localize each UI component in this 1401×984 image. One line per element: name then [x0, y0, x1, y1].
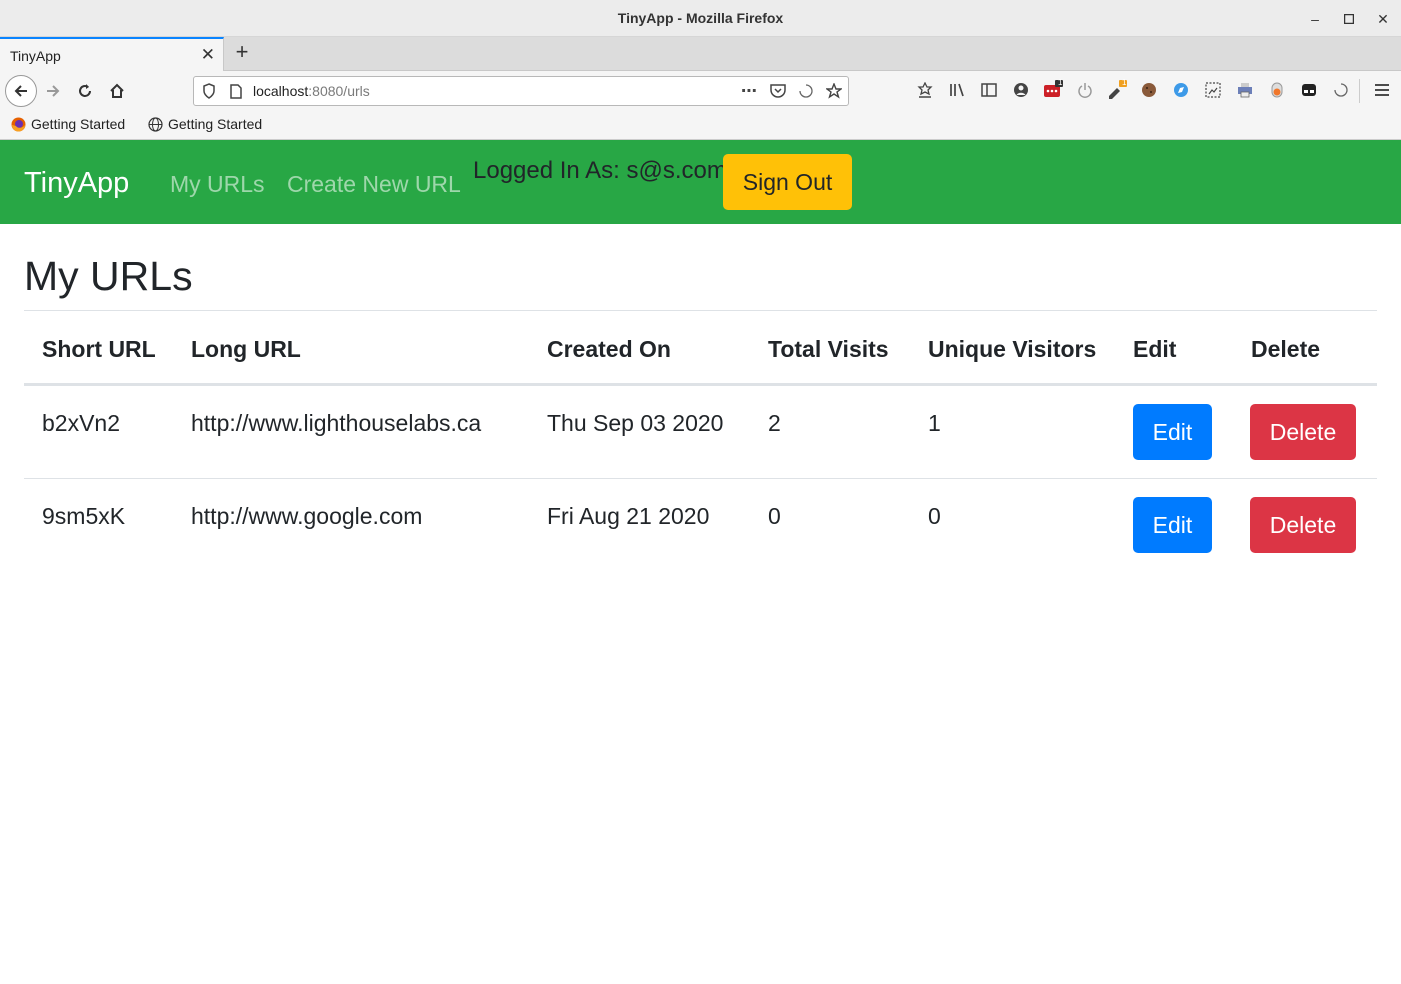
table-header-divider — [24, 383, 1377, 386]
delete-button[interactable]: Delete — [1250, 497, 1356, 553]
window-titlebar: TinyApp - Mozilla Firefox – ✕ — [0, 0, 1401, 37]
cookie-icon[interactable] — [1139, 80, 1159, 100]
account-icon[interactable] — [1011, 80, 1031, 100]
long-url-cell: http://www.google.com — [191, 503, 423, 529]
globe-icon — [148, 116, 163, 132]
tab-label: TinyApp — [10, 48, 61, 64]
column-header: Total Visits — [768, 336, 889, 362]
loading-icon — [796, 81, 816, 101]
mask-icon[interactable] — [1299, 80, 1319, 100]
window-title: TinyApp - Mozilla Firefox — [617, 10, 784, 26]
edit-button[interactable]: Edit — [1133, 497, 1212, 553]
column-header: Edit — [1133, 336, 1177, 362]
short-url-cell: 9sm5xK — [42, 503, 126, 529]
bookmark-star-icon[interactable] — [824, 81, 844, 101]
divider — [24, 310, 1377, 311]
extension-pen-icon[interactable]: 1 — [1107, 78, 1127, 100]
browser-toolbar: localhost:8080/urls ⋯ 1 1 — [0, 71, 1401, 111]
print-icon[interactable] — [1235, 80, 1255, 100]
close-window-icon[interactable]: ✕ — [1372, 8, 1394, 30]
logged-in-label: Logged In As: s@s.com — [473, 157, 727, 184]
bookmark-getting-started[interactable]: Getting Started — [148, 116, 262, 132]
power-icon[interactable] — [1075, 80, 1095, 100]
toolbar-divider — [1359, 79, 1360, 103]
unique-visitors-cell: 1 — [928, 410, 941, 436]
new-tab-icon[interactable]: + — [230, 41, 254, 65]
screenshot-icon[interactable] — [1203, 80, 1223, 100]
column-header: Delete — [1251, 336, 1321, 362]
hamburger-menu-icon[interactable] — [1372, 80, 1392, 100]
url-bar[interactable]: localhost:8080/urls ⋯ — [193, 76, 849, 106]
unique-visitors-cell: 0 — [928, 503, 941, 529]
bookmarks-bar: Getting Started Getting Started — [0, 111, 1401, 140]
column-header: Created On — [547, 336, 671, 362]
total-visits-cell: 2 — [768, 410, 781, 436]
sidebar-icon[interactable] — [979, 80, 999, 100]
created-on-cell: Thu Sep 03 2020 — [547, 410, 724, 436]
lastpass-icon[interactable]: 1 — [1043, 78, 1063, 100]
row-divider — [24, 478, 1377, 479]
library-icon[interactable] — [947, 80, 967, 100]
edit-button[interactable]: Edit — [1133, 404, 1212, 460]
nav-my-urls[interactable]: My URLs — [170, 171, 265, 198]
bookmark-label: Getting Started — [168, 116, 263, 132]
delete-button[interactable]: Delete — [1250, 404, 1356, 460]
shield-icon[interactable] — [199, 81, 219, 101]
pocket-icon[interactable] — [768, 81, 788, 101]
column-header: Unique Visitors — [928, 336, 1097, 362]
compass-icon[interactable] — [1171, 80, 1191, 100]
minimize-icon[interactable]: – — [1304, 8, 1326, 30]
bookmark-label: Getting Started — [31, 116, 126, 132]
back-button[interactable] — [5, 75, 37, 107]
reload-button[interactable] — [71, 77, 99, 105]
forward-button[interactable] — [39, 77, 67, 105]
bookmark-getting-started[interactable]: Getting Started — [11, 116, 125, 132]
long-url-cell: http://www.lighthouselabs.ca — [191, 410, 482, 436]
total-visits-cell: 0 — [768, 503, 781, 529]
sign-out-button[interactable]: Sign Out — [723, 154, 852, 210]
toggle-icon[interactable] — [1267, 80, 1287, 100]
loading-spinner-icon — [1331, 80, 1351, 100]
page-title: My URLs — [24, 253, 193, 299]
page-actions-icon[interactable]: ⋯ — [739, 81, 759, 101]
nav-create-new-url[interactable]: Create New URL — [287, 171, 461, 198]
app-navbar: TinyApp My URLs Create New URL Logged In… — [0, 140, 1401, 224]
tab-tinyapp[interactable]: TinyApp ✕ — [0, 37, 224, 71]
page-info-icon[interactable] — [226, 81, 246, 101]
close-tab-icon[interactable]: ✕ — [201, 45, 215, 65]
brand-logo[interactable]: TinyApp — [24, 167, 129, 200]
short-url-cell: b2xVn2 — [42, 410, 121, 436]
home-button[interactable] — [103, 77, 131, 105]
extension-badge: 1 — [1122, 78, 1127, 87]
column-header: Long URL — [191, 336, 301, 362]
firefox-icon — [11, 117, 26, 132]
bookmarks-menu-icon[interactable] — [915, 80, 935, 100]
tab-strip: TinyApp ✕ + — [0, 37, 1401, 71]
url-text[interactable]: localhost:8080/urls — [253, 83, 370, 99]
column-header: Short URL — [42, 336, 156, 362]
extension-badge: 1 — [1058, 78, 1063, 87]
created-on-cell: Fri Aug 21 2020 — [547, 503, 710, 529]
maximize-icon[interactable] — [1338, 8, 1360, 30]
